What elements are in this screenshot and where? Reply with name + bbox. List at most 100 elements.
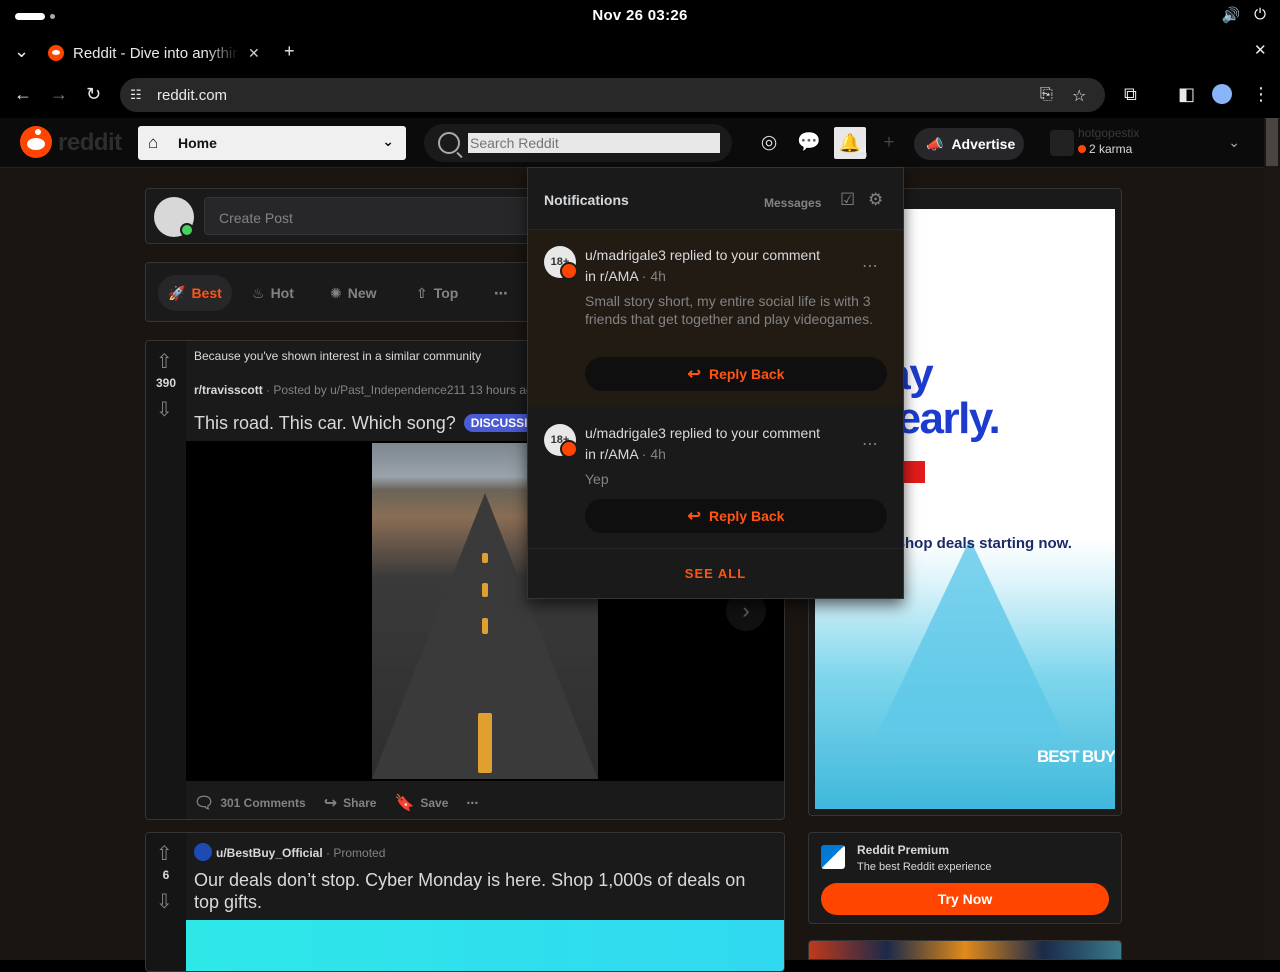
notification-text: u/madrigale3 replied to your comment in … — [585, 247, 821, 284]
sort-new-label: New — [347, 285, 377, 301]
comments-button[interactable]: 🗨 301 Comments — [194, 793, 306, 813]
online-status-dot — [180, 223, 194, 237]
address-bar[interactable]: ☷ reddit.com ⎘ ☆ — [120, 78, 1105, 112]
save-button[interactable]: 🔖 Save — [394, 793, 448, 813]
downvote-arrow-icon[interactable]: ⇩ — [156, 889, 173, 914]
profile-avatar-icon[interactable] — [1212, 84, 1232, 104]
browser-tab-reddit[interactable]: Reddit - Dive into anything ✕ — [36, 36, 274, 70]
extensions-puzzle-icon[interactable]: ⧉ — [1124, 85, 1137, 103]
user-menu[interactable]: hotgopestix 2 karma ⌄ — [1046, 124, 1256, 162]
sidebar-banner — [808, 940, 1122, 960]
reddit-wordmark[interactable]: reddit — [58, 129, 122, 157]
power-icon[interactable]: ⏻ — [1254, 6, 1266, 24]
promoted-label: Promoted — [333, 846, 386, 860]
system-top-bar: Nov 26 03:26 🔊 ⏻ — [0, 0, 1280, 32]
search-bar[interactable] — [424, 124, 732, 162]
premium-subtitle: The best Reddit experience — [857, 861, 992, 873]
downvote-arrow-icon[interactable]: ⇩ — [156, 397, 173, 422]
chevron-down-icon: ⌄ — [382, 133, 394, 149]
page-scrollbar[interactable] — [1264, 118, 1280, 960]
premium-title: Reddit Premium — [857, 843, 950, 857]
bookmark-icon: 🔖 — [394, 795, 415, 812]
side-panel-icon[interactable]: ◧ — [1178, 85, 1195, 103]
sort-top-button[interactable]: ⇧ Top — [406, 275, 468, 311]
browser-toolbar: ← → ↻ ☷ reddit.com ⎘ ☆ ⧉ ◧ ⋮ — [0, 72, 1280, 118]
upvote-arrow-icon[interactable]: ⇧ — [156, 349, 173, 374]
site-settings-icon[interactable]: ☷ — [130, 87, 148, 103]
sort-best-button[interactable]: 🚀 Best — [158, 275, 232, 311]
notification-item[interactable]: 18+ u/madrigale3 replied to your comment… — [528, 230, 903, 406]
forward-arrow-icon[interactable]: → — [50, 85, 68, 103]
search-icon — [438, 132, 460, 154]
promoted-post-card[interactable]: ⇧ 6 ⇩ u/BestBuy_Official · Promoted Our … — [145, 832, 785, 972]
system-clock[interactable]: Nov 26 03:26 — [0, 7, 1280, 24]
karma-text: 2 karma — [1089, 142, 1133, 156]
see-all-link[interactable]: SEE ALL — [528, 548, 903, 599]
mark-read-icon[interactable]: ☑ — [840, 190, 855, 210]
bookmark-star-icon[interactable]: ☆ — [1072, 86, 1086, 106]
post-title[interactable]: This road. This car. Which song? DISCUSSI… — [194, 413, 553, 434]
create-post-plus-icon[interactable]: + — [876, 131, 902, 157]
notification-avatar: 18+ — [544, 424, 578, 458]
author-link[interactable]: u/BestBuy_Official — [216, 846, 323, 860]
post-meta: r/travisscott · Posted by u/Past_Indepen… — [194, 383, 540, 397]
tab-search-chevron-icon[interactable]: ⌄ — [14, 42, 29, 60]
promoted-image[interactable] — [186, 920, 784, 971]
back-arrow-icon[interactable]: ← — [14, 85, 32, 103]
post-actions: 🗨 301 Comments ↪ Share 🔖 Save ⋯ — [194, 793, 478, 813]
post-meta: u/BestBuy_Official · Promoted — [194, 843, 385, 861]
sparkle-icon: ✺ — [330, 284, 342, 301]
notification-item[interactable]: 18+ u/madrigale3 replied to your comment… — [528, 408, 903, 548]
premium-shield-icon — [821, 845, 845, 869]
mouse-pointer-icon: ☝ — [858, 144, 868, 161]
messages-link[interactable]: Messages — [764, 196, 821, 210]
tab-close-icon[interactable]: ✕ — [248, 45, 260, 62]
volume-icon[interactable]: 🔊 — [1221, 6, 1240, 24]
new-tab-plus-icon[interactable]: + — [284, 42, 295, 60]
sort-hot-button[interactable]: ♨ Hot — [242, 275, 304, 311]
notification-more-icon[interactable]: ⋯ — [862, 256, 879, 276]
reply-back-button[interactable]: ↩ Reply Back — [585, 357, 887, 391]
reply-back-label: Reply Back — [708, 508, 785, 524]
subreddit-link[interactable]: r/travisscott — [194, 383, 263, 397]
sort-top-label: Top — [433, 285, 459, 301]
notifications-title: Notifications — [544, 192, 629, 208]
more-options-icon[interactable]: ⋯ — [466, 793, 478, 813]
browser-menu-icon[interactable]: ⋮ — [1252, 85, 1270, 103]
chat-icon[interactable]: 💬 — [796, 131, 822, 157]
try-now-button[interactable]: Try Now — [821, 883, 1109, 915]
share-arrow-icon: ↪ — [323, 795, 338, 812]
advertise-button[interactable]: 📣 Advertise — [914, 128, 1024, 160]
share-button[interactable]: ↪ Share — [324, 793, 377, 813]
post-title[interactable]: Our deals don’t stop. Cyber Monday is he… — [194, 869, 774, 913]
reply-arrow-icon: ↩ — [687, 508, 701, 525]
reply-back-button[interactable]: ↩ Reply Back — [585, 499, 887, 533]
chevron-down-icon: ⌄ — [1228, 134, 1240, 150]
gear-icon[interactable]: ⚙ — [868, 190, 883, 210]
upvote-arrow-icon[interactable]: ⇧ — [156, 841, 173, 866]
popular-compass-icon[interactable]: ◎ — [756, 131, 782, 157]
notifications-dropdown: Notifications Messages ☑ ⚙ 18+ u/madriga… — [527, 167, 904, 599]
share-label: Share — [343, 796, 377, 810]
window-close-icon[interactable]: ✕ — [1254, 42, 1267, 60]
more-options-icon[interactable]: ⋯ — [484, 275, 518, 311]
reddit-favicon-icon — [48, 45, 64, 61]
reddit-header: reddit ⌂ Home ⌄ ◎ 💬 🔔 + 📣 Advertise hotg… — [0, 118, 1264, 168]
install-app-icon[interactable]: ⎘ — [1040, 86, 1053, 104]
posted-by[interactable]: Posted by u/Past_Independence211 13 hour… — [273, 383, 539, 397]
recommendation-reason: Because you've shown interest in a simil… — [194, 349, 482, 363]
reload-icon[interactable]: ↻ — [86, 85, 101, 103]
scrollbar-thumb[interactable] — [1266, 118, 1278, 166]
sort-new-button[interactable]: ✺ New — [320, 275, 387, 311]
notification-more-icon[interactable]: ⋯ — [862, 434, 879, 454]
feed-selector[interactable]: ⌂ Home ⌄ — [138, 126, 406, 160]
reddit-logo-icon[interactable] — [20, 126, 52, 158]
lane-marking — [482, 618, 488, 634]
notification-headline: u/madrigale3 replied to your comment — [585, 425, 821, 441]
search-input[interactable] — [468, 133, 720, 153]
notification-subreddit: in r/AMA — [585, 268, 638, 284]
ad-red-square — [903, 461, 925, 483]
premium-card: Reddit Premium The best Reddit experienc… — [808, 832, 1122, 924]
reply-back-label: Reply Back — [708, 366, 785, 382]
url-text[interactable]: reddit.com — [157, 87, 227, 104]
